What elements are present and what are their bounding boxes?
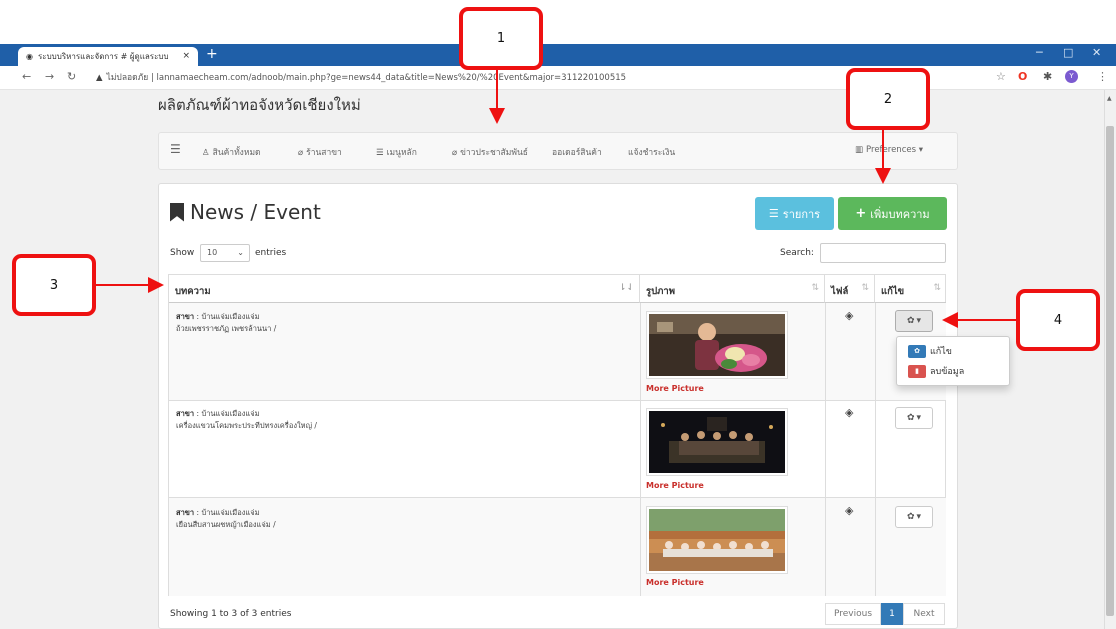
screenshot: ◉ ระบบบริหารและจัดการ # ผู้ดูแลระบบ × + … bbox=[0, 0, 1116, 629]
annotation-arrows bbox=[96, 70, 1016, 328]
annotation-callout-1: 1 bbox=[459, 7, 543, 70]
annotation-callout-4: 4 bbox=[1016, 289, 1100, 351]
annotation-callout-2: 2 bbox=[846, 68, 930, 130]
annotation-callout-3: 3 bbox=[12, 254, 96, 316]
